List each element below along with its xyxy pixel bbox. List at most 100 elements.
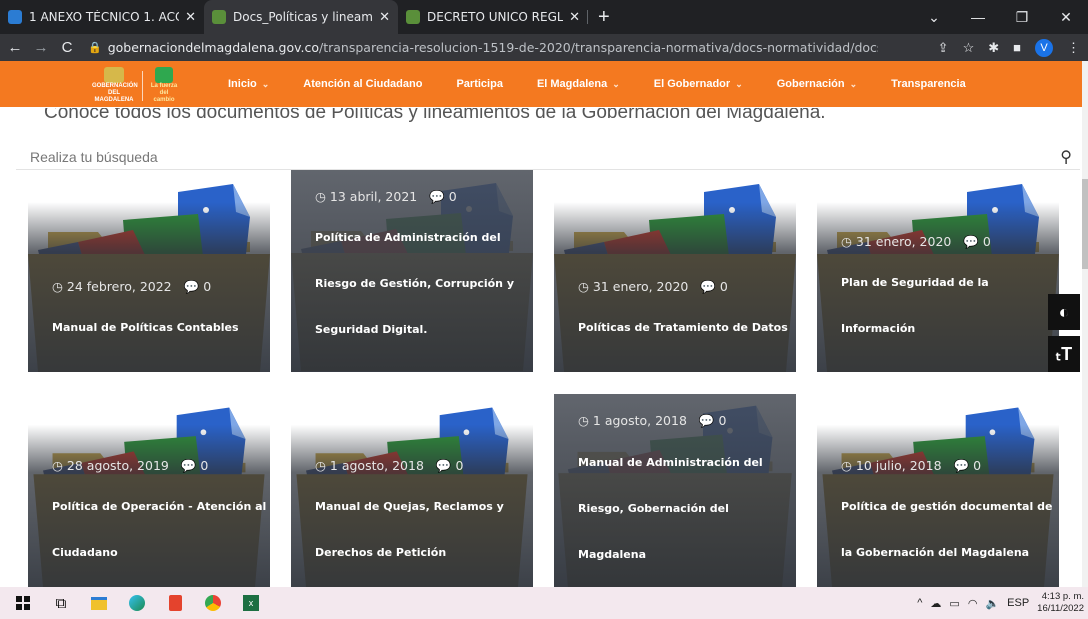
- lock-icon[interactable]: 🔒: [88, 41, 102, 54]
- logo-text: GOBERNACIÓN DEL MAGDALENA: [92, 83, 138, 103]
- clock[interactable]: 4:13 p. m. 16/11/2022: [1037, 591, 1084, 615]
- side-panel-icon[interactable]: ■: [1013, 40, 1021, 55]
- tab-favicon-icon: [406, 10, 420, 24]
- comment-count: 0: [203, 279, 212, 294]
- clock-icon: ◷: [52, 279, 63, 294]
- menu-item-inicio[interactable]: Inicio ⌄: [228, 78, 269, 90]
- menu-kebab-icon[interactable]: ⋮: [1067, 40, 1080, 56]
- language-indicator[interactable]: ESP: [1007, 597, 1029, 609]
- doc-card[interactable]: ◷ 31 enero, 2020 💬 0 Políticas de Tratam…: [554, 172, 796, 372]
- clock-icon: ◷: [315, 458, 326, 473]
- menu-item-gobernacion[interactable]: Gobernación ⌄: [777, 78, 857, 90]
- comment-icon[interactable]: 💬: [963, 234, 979, 249]
- card-meta: ◷ 28 agosto, 2019 💬 0: [52, 458, 208, 474]
- contrast-toggle-button[interactable]: ◐: [1048, 294, 1080, 330]
- card-meta: ◷ 10 julio, 2018 💬 0: [841, 458, 981, 474]
- volume-icon[interactable]: 🔈: [985, 597, 999, 610]
- tab-favicon-icon: [8, 10, 22, 24]
- text-size-button[interactable]: ₜT: [1048, 336, 1080, 372]
- address-bar[interactable]: 🔒 gobernaciondelmagdalena.gov.co /transp…: [88, 40, 878, 55]
- tab-close-icon[interactable]: ✕: [569, 10, 580, 25]
- comment-count: 0: [455, 458, 464, 473]
- tab-search-icon[interactable]: ⌄: [912, 9, 956, 26]
- doc-card[interactable]: ◷ 31 enero, 2020 💬 0 Plan de Seguridad d…: [817, 172, 1059, 372]
- scrollbar-thumb[interactable]: [1082, 179, 1088, 269]
- card-title[interactable]: Manual de Políticas Contables: [52, 305, 267, 351]
- card-date: 24 febrero, 2022: [66, 279, 172, 294]
- comment-icon[interactable]: 💬: [954, 458, 970, 473]
- tab-title: 1 ANEXO TÉCNICO 1. ACCESIBILI: [29, 10, 179, 24]
- card-title[interactable]: Plan de Seguridad de la Información: [841, 260, 1056, 352]
- tab-close-icon[interactable]: ✕: [185, 10, 196, 25]
- menu-item-atencion-ciudadano[interactable]: Atención al Ciudadano: [303, 78, 422, 90]
- office-icon[interactable]: [156, 587, 194, 619]
- edge-icon[interactable]: [118, 587, 156, 619]
- comment-icon[interactable]: 💬: [181, 458, 197, 473]
- new-tab-button[interactable]: +: [588, 0, 620, 34]
- card-title[interactable]: Política de Administración del Riesgo de …: [315, 215, 530, 353]
- chevron-up-icon[interactable]: ^: [917, 597, 922, 609]
- logo-divider: [142, 70, 143, 101]
- browser-tab-anexo[interactable]: 1 ANEXO TÉCNICO 1. ACCESIBILI ✕: [0, 0, 204, 34]
- url-path: /transparencia-resolucion-1519-de-2020/t…: [319, 40, 878, 55]
- battery-icon[interactable]: ▭: [949, 597, 959, 610]
- card-date: 13 abril, 2021: [329, 189, 418, 204]
- search-icon[interactable]: ⚲: [1060, 147, 1072, 167]
- doc-card[interactable]: ◷ 1 agosto, 2018 💬 0 Manual de Quejas, R…: [291, 396, 533, 587]
- doc-card[interactable]: ◷ 1 agosto, 2018 💬 0 Manual de Administr…: [554, 394, 796, 587]
- doc-card[interactable]: ◷ 10 julio, 2018 💬 0 Política de gestión…: [817, 396, 1059, 587]
- comment-icon[interactable]: 💬: [184, 279, 200, 294]
- menu-item-el-magdalena[interactable]: El Magdalena ⌄: [537, 78, 620, 90]
- task-view-icon[interactable]: ⧉: [42, 587, 80, 619]
- card-title[interactable]: Política de gestión documental de la Gobe…: [841, 484, 1056, 576]
- windows-start-icon[interactable]: [4, 587, 42, 619]
- reload-icon[interactable]: C: [56, 39, 78, 56]
- profile-avatar[interactable]: V: [1035, 38, 1053, 57]
- card-title[interactable]: Manual de Administración del Riesgo, Gobe…: [578, 440, 793, 578]
- tab-close-icon[interactable]: ✕: [379, 10, 390, 25]
- chevron-down-icon: ⌄: [612, 79, 620, 89]
- card-title[interactable]: Políticas de Tratamiento de Datos: [578, 305, 793, 351]
- excel-icon[interactable]: x: [232, 587, 270, 619]
- forward-icon[interactable]: →: [30, 39, 52, 56]
- menu-item-el-gobernador[interactable]: El Gobernador ⌄: [654, 78, 743, 90]
- clock-icon: ◷: [315, 189, 326, 204]
- comment-icon[interactable]: 💬: [699, 413, 715, 428]
- doc-card[interactable]: ◷ 13 abril, 2021 💬 0 Política de Adminis…: [291, 170, 533, 372]
- menu-item-transparencia[interactable]: Transparencia: [891, 78, 966, 90]
- browser-tab-active[interactable]: Docs_Políticas y lineamientos - G ✕: [204, 0, 398, 34]
- search-input[interactable]: [16, 146, 1016, 168]
- card-date: 31 enero, 2020: [855, 234, 952, 249]
- back-icon[interactable]: ←: [4, 39, 26, 56]
- file-explorer-icon[interactable]: [80, 587, 118, 619]
- extensions-puzzle-icon[interactable]: ✱: [988, 40, 999, 56]
- browser-tab-strip: 1 ANEXO TÉCNICO 1. ACCESIBILI ✕ Docs_Pol…: [0, 0, 1088, 34]
- comment-count: 0: [973, 458, 982, 473]
- comment-count: 0: [718, 413, 727, 428]
- chevron-down-icon: ⌄: [261, 79, 270, 89]
- menu-item-participa[interactable]: Participa: [456, 78, 502, 90]
- comment-icon[interactable]: 💬: [700, 279, 716, 294]
- comment-icon[interactable]: 💬: [436, 458, 452, 473]
- tab-title: Docs_Políticas y lineamientos - G: [233, 10, 373, 24]
- onedrive-icon[interactable]: ☁: [930, 597, 941, 610]
- close-window-button[interactable]: ✕: [1044, 9, 1088, 26]
- minimize-button[interactable]: —: [956, 9, 1000, 25]
- card-title[interactable]: Manual de Quejas, Reclamos y Derechos de …: [315, 484, 530, 576]
- bookmark-star-icon[interactable]: ☆: [963, 40, 975, 56]
- wifi-icon[interactable]: ◠: [968, 597, 978, 610]
- share-icon[interactable]: ⇪: [938, 40, 949, 56]
- doc-card[interactable]: ◷ 24 febrero, 2022 💬 0 Manual de Polític…: [28, 172, 270, 372]
- doc-card[interactable]: ◷ 28 agosto, 2019 💬 0 Política de Operac…: [28, 396, 270, 587]
- restore-button[interactable]: ❐: [1000, 9, 1044, 26]
- chrome-icon[interactable]: [194, 587, 232, 619]
- clock-icon: ◷: [578, 413, 589, 428]
- coat-of-arms-icon: [104, 67, 124, 83]
- card-date: 10 julio, 2018: [855, 458, 942, 473]
- comment-count: 0: [200, 458, 209, 473]
- page-scrollbar[interactable]: [1082, 61, 1088, 587]
- site-logo[interactable]: GOBERNACIÓN DEL MAGDALENA La fuerza del …: [92, 67, 179, 104]
- comment-icon[interactable]: 💬: [429, 189, 445, 204]
- browser-tab-decreto[interactable]: DECRETO UNICO REGLAMENTAR ✕: [398, 0, 588, 34]
- card-title[interactable]: Política de Operación - Atención al Ciuda…: [52, 484, 267, 576]
